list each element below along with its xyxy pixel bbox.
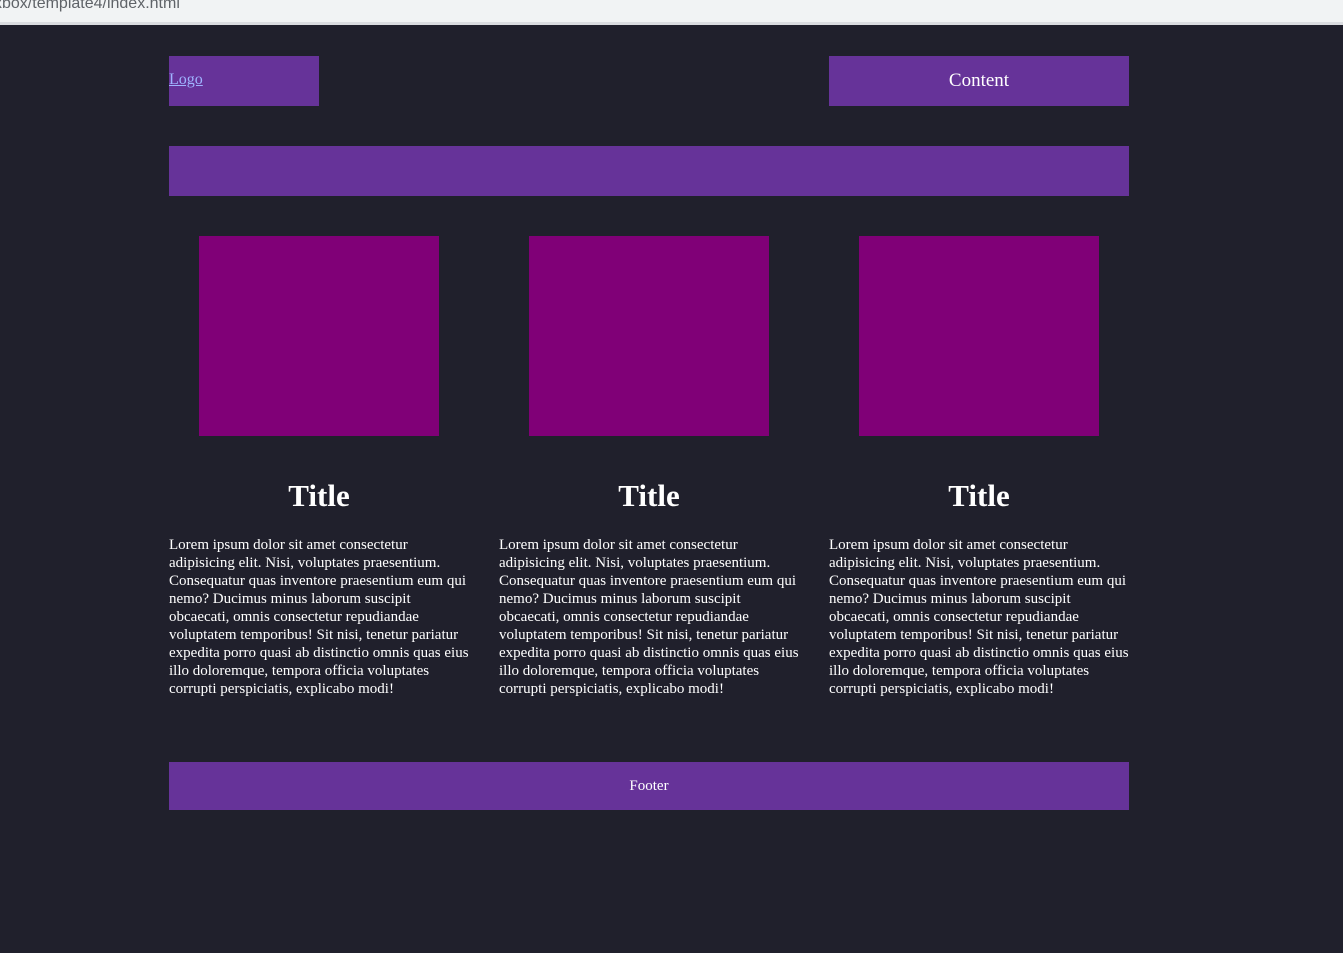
card-image: [529, 236, 769, 436]
content-box: Content: [829, 56, 1129, 106]
footer-label: Footer: [629, 777, 669, 794]
card-text: Lorem ipsum dolor sit amet consectetur a…: [829, 537, 1129, 697]
nav-bar: [169, 146, 1129, 196]
content-label: Content: [948, 70, 1010, 91]
card-title: Title: [288, 478, 350, 513]
address-bar-url[interactable]: xbox/template4/index.html: [0, 0, 180, 13]
card-image: [859, 236, 1099, 436]
card-title: Title: [618, 478, 680, 513]
card-image: [199, 236, 439, 436]
logo-container: Logo: [169, 56, 319, 106]
footer: Footer: [169, 762, 1129, 810]
card-title: Title: [948, 478, 1010, 513]
card-text: Lorem ipsum dolor sit amet consectetur a…: [169, 537, 469, 697]
logo-link[interactable]: Logo: [169, 71, 203, 89]
browser-address-bar[interactable]: xbox/template4/index.html: [0, 0, 1343, 25]
page-body: Logo Content Title Lorem ipsum dolor sit…: [0, 25, 1343, 953]
card-text: Lorem ipsum dolor sit amet consectetur a…: [499, 537, 799, 697]
